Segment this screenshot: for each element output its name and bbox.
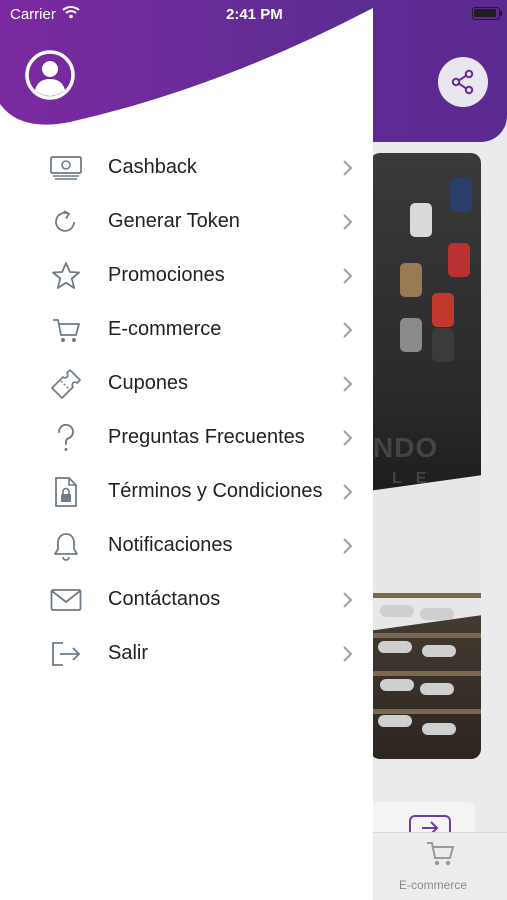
menu-item-label: Contáctanos: [108, 588, 221, 610]
banner-brand-subtext: LE: [392, 470, 441, 487]
chevron-right-icon: [343, 430, 353, 446]
menu-item-label: Términos y Condiciones: [108, 480, 323, 502]
chevron-right-icon: [343, 538, 353, 554]
menu-item-label: Promociones: [108, 264, 225, 286]
menu-item-generar-token[interactable]: Generar Token: [0, 195, 373, 249]
carrier-label: Carrier: [10, 6, 56, 23]
menu-item-promociones[interactable]: Promociones: [0, 249, 373, 303]
menu-item-preguntas-frecuentes[interactable]: Preguntas Frecuentes: [0, 411, 373, 465]
side-drawer: Cashback Generar Token Promociones E-com…: [0, 0, 373, 900]
menu-item-ecommerce[interactable]: E-commerce: [0, 303, 373, 357]
share-button[interactable]: [438, 57, 488, 107]
chevron-right-icon: [343, 376, 353, 392]
share-icon: [451, 69, 474, 95]
menu-item-label: Preguntas Frecuentes: [108, 426, 305, 448]
menu-item-label: Generar Token: [108, 210, 240, 232]
menu-item-label: Cashback: [108, 156, 197, 178]
mail-icon: [49, 585, 83, 615]
battery-icon: [472, 7, 502, 20]
menu-item-terminos-condiciones[interactable]: Términos y Condiciones: [0, 465, 373, 519]
menu-item-cupones[interactable]: Cupones: [0, 357, 373, 411]
chevron-right-icon: [343, 484, 353, 500]
cart-icon[interactable]: [425, 840, 455, 868]
chevron-right-icon: [343, 646, 353, 662]
menu-item-label: E-commerce: [108, 318, 222, 340]
chevron-right-icon: [343, 592, 353, 608]
menu-item-notificaciones[interactable]: Notificaciones: [0, 519, 373, 573]
chevron-right-icon: [343, 322, 353, 338]
refresh-icon: [49, 207, 83, 237]
chevron-right-icon: [343, 214, 353, 230]
banner-brand-text: NDO: [373, 432, 439, 463]
user-avatar-icon[interactable]: [24, 49, 76, 101]
document-lock-icon: [49, 477, 83, 507]
chevron-right-icon: [343, 268, 353, 284]
bell-icon: [49, 531, 83, 561]
question-icon: [49, 423, 83, 453]
menu-item-salir[interactable]: Salir: [0, 627, 373, 681]
tab-ecommerce-label[interactable]: E-commerce: [399, 878, 467, 892]
cart-icon: [49, 315, 83, 345]
ticket-icon: [49, 369, 83, 399]
money-icon: [49, 153, 83, 183]
menu-item-label: Salir: [108, 642, 149, 664]
star-icon: [49, 261, 83, 291]
wifi-icon: [62, 6, 80, 19]
menu-item-cashback[interactable]: Cashback: [0, 141, 373, 195]
status-bar: Carrier 2:41 PM: [0, 0, 507, 28]
menu-item-contactanos[interactable]: Contáctanos: [0, 573, 373, 627]
menu-item-label: Cupones: [108, 372, 189, 394]
logout-icon: [49, 639, 83, 669]
clock-time: 2:41 PM: [226, 6, 283, 23]
menu-item-label: Notificaciones: [108, 534, 233, 556]
chevron-right-icon: [343, 160, 353, 176]
